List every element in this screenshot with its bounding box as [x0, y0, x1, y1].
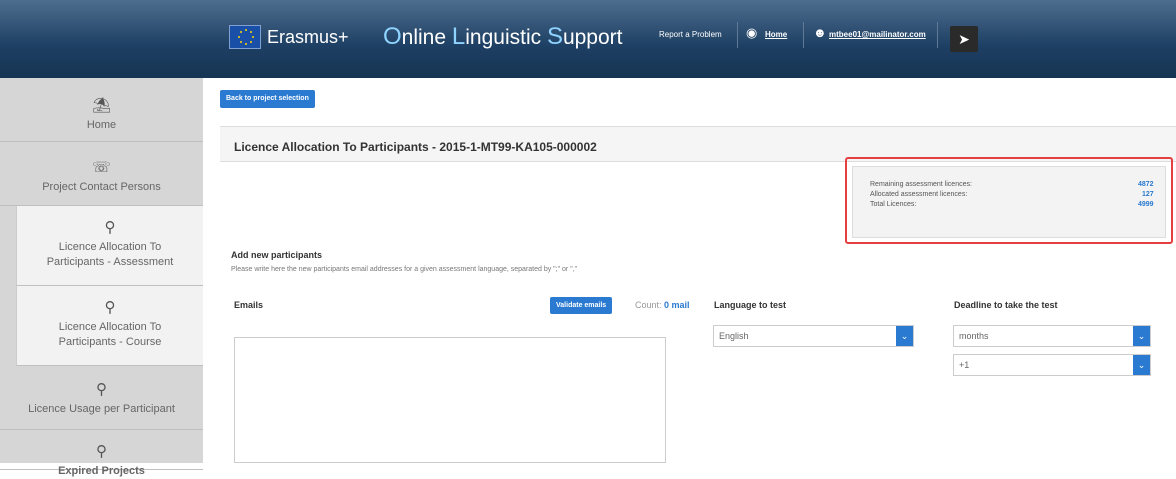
emails-label: Emails [234, 300, 264, 310]
bank-icon: ⛱ [91, 97, 112, 114]
sidebar-item-allocation-assessment[interactable]: ⚲ Licence Allocation To Participants - A… [16, 206, 203, 286]
eu-flag-icon [229, 25, 261, 49]
add-participants-title: Add new participants [231, 250, 323, 260]
app-title-cap-3: S [546, 23, 563, 50]
pin-icon: ⚲ [96, 381, 107, 398]
sidebar-item-label: Home [86, 119, 117, 131]
deadline-amount-value: +1 [959, 360, 970, 370]
sidebar-item-expired[interactable]: ⚲ Expired Projects [0, 430, 203, 477]
deadline-unit-value: months [959, 331, 989, 341]
deadline-amount-select[interactable]: +1 ⌄ [953, 354, 1151, 376]
sidebar-item-licence-usage[interactable]: ⚲ Licence Usage per Participant [0, 366, 203, 430]
sidebar: ⛱ Home ☏ Project Contact Persons ⚲ Licen… [0, 78, 203, 477]
logout-icon[interactable]: ➤ [950, 26, 978, 52]
sidebar-item-allocation-course[interactable]: ⚲ Licence Allocation To Participants - C… [16, 286, 203, 366]
pin-icon: ⚲ [104, 299, 116, 316]
pin-icon: ⚲ [96, 443, 107, 460]
emails-textarea[interactable] [234, 337, 666, 463]
licence-summary: Remaining assessment licences: 4872 Allo… [845, 157, 1173, 244]
user-email-link[interactable]: mtbee01@mailinator.com [829, 30, 926, 39]
deadline-unit-select[interactable]: months ⌄ [953, 325, 1151, 347]
allocated-licences-label: Allocated assessment licences: [870, 191, 968, 198]
app-title-cap-1: O [383, 23, 402, 50]
chevron-down-icon[interactable]: ⌄ [896, 326, 913, 346]
sidebar-item-label: Licence Usage per Participant [28, 403, 175, 415]
contact-icon: ☏ [92, 159, 111, 176]
report-problem-link[interactable]: Report a Problem [659, 30, 722, 39]
language-select[interactable]: English ⌄ [713, 325, 914, 347]
sidebar-item-label: Expired Projects [58, 465, 145, 477]
sidebar-item-home[interactable]: ⛱ Home [0, 78, 203, 142]
nav-divider [803, 22, 804, 48]
app-title-rest-3: upport [562, 26, 623, 49]
brand-name: Erasmus+ [267, 26, 349, 47]
total-licences-value: 4999 [1138, 201, 1154, 208]
erasmus-logo[interactable]: Erasmus+ [229, 22, 349, 52]
app-title-rest-1: nline [401, 26, 452, 49]
sidebar-item-label: Licence Allocation To Participants - Ass… [46, 241, 174, 268]
email-count: Count: 0 mail [635, 300, 690, 310]
licence-summary-inner: Remaining assessment licences: 4872 Allo… [852, 166, 1166, 238]
validate-emails-button[interactable]: Validate emails [550, 297, 613, 314]
sidebar-item-label: Project Contact Persons [42, 181, 161, 193]
main-content: Back to project selection Licence Alloca… [203, 78, 1176, 463]
nav-divider [937, 22, 938, 48]
deadline-label: Deadline to take the test [954, 300, 1058, 310]
home-link[interactable]: Home [765, 30, 787, 39]
pin-icon: ⚲ [104, 219, 116, 236]
allocated-licences-value: 127 [1142, 191, 1154, 198]
user-icon[interactable]: ☻ [813, 26, 828, 39]
email-count-value: 0 mail [664, 300, 690, 310]
email-count-label: Count: [635, 300, 662, 310]
total-licences-label: Total Licences: [870, 201, 917, 208]
chevron-down-icon[interactable]: ⌄ [1133, 326, 1150, 346]
remaining-licences-label: Remaining assessment licences: [870, 181, 972, 188]
nav-divider [737, 22, 738, 48]
back-to-projects-button[interactable]: Back to project selection [220, 90, 315, 108]
app-title-cap-2: L [451, 23, 466, 50]
sidebar-item-label: Licence Allocation To Participants - Cou… [58, 321, 162, 348]
app-title-rest-2: inguistic [465, 26, 547, 49]
chevron-down-icon[interactable]: ⌄ [1133, 355, 1150, 375]
add-participants-description: Please write here the new participants e… [231, 266, 578, 273]
language-select-value: English [719, 331, 749, 341]
remaining-licences-value: 4872 [1138, 181, 1154, 188]
sidebar-item-contacts[interactable]: ☏ Project Contact Persons [0, 142, 203, 206]
language-label: Language to test [714, 300, 787, 310]
globe-icon[interactable]: ◉ [746, 26, 761, 39]
page-title: Licence Allocation To Participants - 201… [234, 140, 597, 154]
top-bar: Erasmus+ Online Linguistic Support Repor… [0, 0, 1176, 78]
app-title: Online Linguistic Support [383, 23, 623, 51]
